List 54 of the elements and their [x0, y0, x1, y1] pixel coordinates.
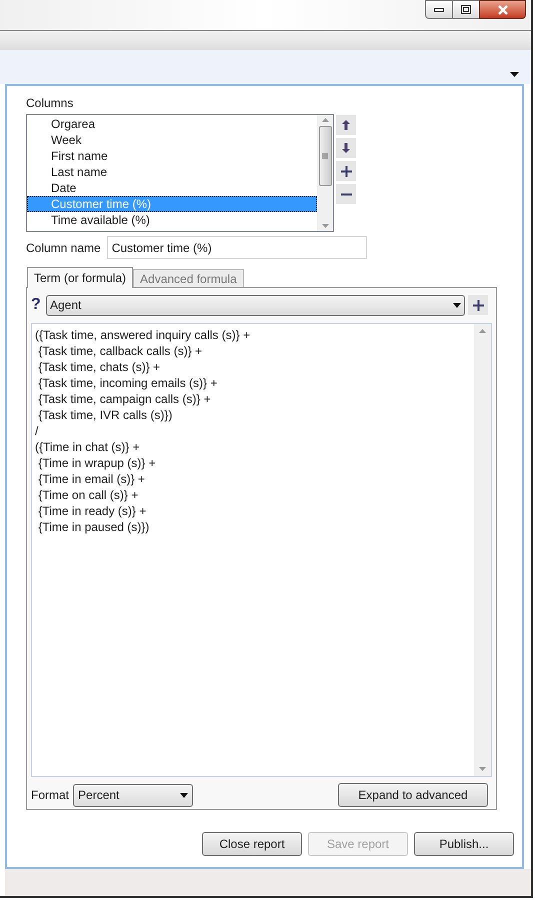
formula-line: {Task time, campaign calls (s)} +	[37, 391, 211, 407]
formula-line: ({Time in chat (s)} +	[35, 439, 140, 455]
tab[interactable]: Term (or formula)	[27, 267, 134, 288]
minus-icon	[340, 192, 352, 196]
column-list-item[interactable]: Week	[27, 132, 317, 148]
column-name-label: Column name	[26, 240, 101, 256]
plus-icon	[472, 300, 484, 310]
arrow-down-icon	[342, 143, 350, 153]
footer-button[interactable]: Close report	[202, 832, 302, 856]
formula-field[interactable]	[31, 323, 492, 777]
move-down-button[interactable]	[336, 138, 356, 158]
formula-line: {Time in ready (s)} +	[37, 503, 146, 519]
scroll-thumb[interactable]	[318, 126, 332, 186]
formula-line: {Time in email (s)} +	[37, 471, 145, 487]
caret-icon	[453, 302, 461, 308]
minimize-icon	[434, 8, 444, 12]
minimize-button[interactable]	[425, 0, 453, 19]
maximize-icon	[461, 5, 471, 14]
close-button[interactable]	[479, 0, 526, 19]
formula-line: {Task time, chats (s)} +	[37, 359, 160, 375]
scrollbar[interactable]	[317, 115, 333, 231]
formula-line: /	[35, 423, 38, 439]
column-list-item[interactable]: Orgarea	[27, 116, 317, 132]
formula-line: {Task time, incoming emails (s)} +	[37, 375, 218, 391]
formula-line: {Task time, IVR calls (s)})	[37, 407, 172, 423]
tab[interactable]: Advanced formula	[133, 269, 244, 288]
formula-line: ({Task time, answered inquiry calls (s)} +	[35, 327, 250, 343]
format-dropdown[interactable]: Percent	[73, 784, 194, 806]
footer-button[interactable]: Publish...	[414, 832, 514, 856]
column-list-item[interactable]: First name	[27, 148, 317, 164]
column-list-item[interactable]: Date	[27, 180, 317, 196]
entity-dropdown[interactable]: Agent	[46, 294, 465, 316]
formula-line: {Time in wrapup (s)} +	[37, 455, 156, 471]
formula-line: {Time on call (s)} +	[37, 487, 138, 503]
plus-icon	[340, 166, 352, 176]
close-icon	[496, 4, 508, 14]
maximize-button[interactable]	[453, 0, 479, 19]
expand-button[interactable]: Expand to advanced	[338, 783, 488, 807]
add-button[interactable]	[336, 161, 356, 181]
caret-icon[interactable]	[510, 72, 519, 77]
help-icon[interactable]: ?	[31, 293, 43, 317]
formula-line: {Task time, callback calls (s)} +	[37, 343, 202, 359]
move-up-button[interactable]	[336, 115, 356, 135]
arrow-up-icon	[342, 120, 350, 130]
column-list-item[interactable]: Last name	[27, 164, 317, 180]
column-list-item[interactable]: Time available (%)	[27, 212, 317, 228]
formula-line: {Time in paused (s)})	[37, 519, 150, 535]
column-name-field[interactable]: Customer time (%)	[106, 236, 367, 259]
add-button[interactable]	[468, 295, 488, 315]
grip-icon	[322, 153, 328, 159]
caret-icon	[180, 792, 188, 798]
format-label: Format	[31, 787, 70, 804]
remove-button[interactable]	[336, 184, 356, 204]
columns-label: Columns	[26, 95, 74, 110]
